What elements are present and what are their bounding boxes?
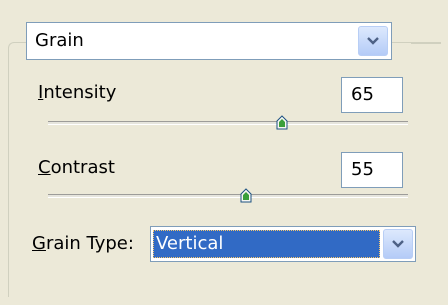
intensity-slider-track[interactable]: [48, 121, 408, 125]
intensity-slider-thumb[interactable]: [276, 115, 288, 131]
chevron-down-icon: [392, 240, 404, 248]
intensity-label: Intensity: [38, 82, 116, 104]
contrast-field[interactable]: 55: [341, 152, 403, 188]
filter-dropdown-button[interactable]: [358, 26, 388, 56]
grain-type-value: Vertical: [153, 230, 380, 258]
grain-type-mnemonic: G: [32, 233, 46, 254]
grain-type-label: Grain Type:: [32, 233, 134, 255]
contrast-mnemonic: C: [38, 157, 51, 178]
grain-type-select[interactable]: Vertical: [150, 226, 416, 262]
intensity-field[interactable]: 65: [341, 77, 403, 113]
intensity-label-rest: ntensity: [43, 82, 117, 103]
grain-type-label-rest: rain Type:: [45, 233, 134, 254]
contrast-slider-track[interactable]: [48, 194, 408, 198]
contrast-label-rest: ontrast: [50, 157, 115, 178]
chevron-down-icon: [367, 37, 379, 45]
contrast-label: Contrast: [38, 157, 115, 179]
contrast-slider-thumb[interactable]: [240, 188, 252, 204]
grain-type-dropdown-button[interactable]: [383, 229, 413, 259]
filter-select[interactable]: Grain: [26, 22, 392, 60]
filter-select-value: Grain: [35, 30, 84, 51]
